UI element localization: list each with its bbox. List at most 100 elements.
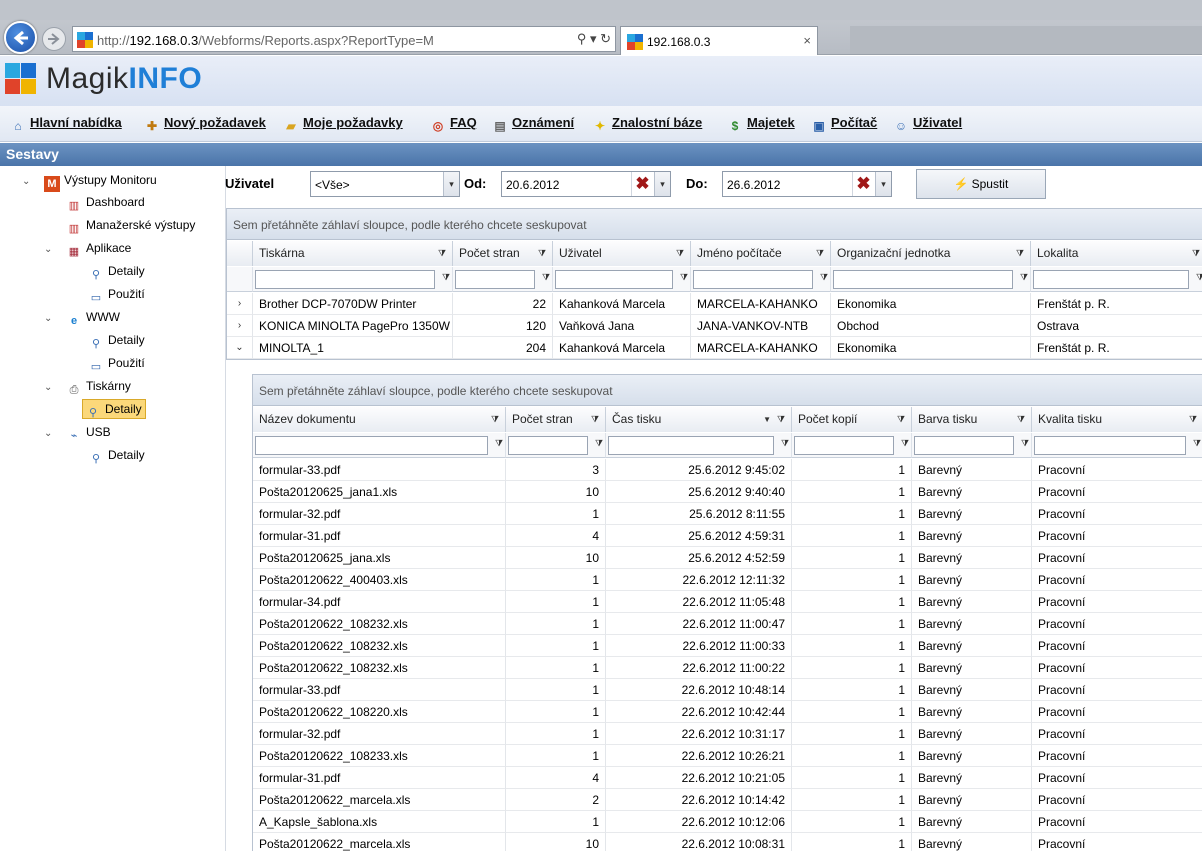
column-header[interactable]: Uživatel ⧩: [553, 241, 691, 266]
column-filter-input[interactable]: [1034, 436, 1186, 455]
clear-icon[interactable]: ✖: [852, 172, 874, 196]
filter-funnel-icon[interactable]: ⧩: [538, 241, 546, 266]
column-filter-input[interactable]: [508, 436, 588, 455]
chevron-down-icon[interactable]: ▾: [875, 172, 891, 196]
tree-node-www-details[interactable]: ⚲ Detaily: [88, 330, 145, 350]
column-header[interactable]: Počet kopií ⧩: [792, 407, 912, 432]
date-to-input[interactable]: 26.6.2012 ✖ ▾: [722, 171, 892, 197]
column-filter-input[interactable]: [833, 270, 1013, 289]
column-filter-input[interactable]: [555, 270, 673, 289]
filter-funnel-icon[interactable]: ⧩: [1189, 407, 1197, 432]
tree-node-monitor-outputs[interactable]: ⌄ M Výstupy Monitoru: [22, 170, 157, 192]
column-filter-input[interactable]: [693, 270, 813, 289]
address-bar[interactable]: http://192.168.0.3/Webforms/Reports.aspx…: [72, 26, 616, 52]
filter-funnel-icon[interactable]: ⧩: [438, 241, 446, 266]
row-expand-icon[interactable]: ›: [227, 315, 253, 337]
tree-node-printer-details[interactable]: ⚲ Detaily: [82, 399, 146, 419]
filter-funnel-icon[interactable]: ⧩: [1020, 272, 1028, 283]
tree-node-app-details[interactable]: ⚲ Detaily: [88, 261, 145, 281]
column-header[interactable]: Organizační jednotka ⧩: [831, 241, 1031, 266]
filter-funnel-icon[interactable]: ⧩: [777, 407, 785, 432]
column-filter-input[interactable]: [1033, 270, 1189, 289]
menu-knowledge-base[interactable]: ✦ Znalostní báze: [592, 115, 702, 133]
table-cell: 22.6.2012 11:00:47: [606, 613, 792, 635]
column-header[interactable]: Čas tisku ▼ ⧩: [606, 407, 792, 432]
column-filter-input[interactable]: [255, 436, 488, 455]
tree-node-www[interactable]: ⌄ e WWW: [44, 307, 120, 327]
tree-node-www-usage[interactable]: ▭ Použití: [88, 353, 145, 373]
group-by-panel[interactable]: Sem přetáhněte záhlaví sloupce, podle kt…: [227, 209, 1202, 240]
column-header[interactable]: Tiskárna ⧩: [253, 241, 453, 266]
column-header[interactable]: Počet stran ⧩: [506, 407, 606, 432]
column-header[interactable]: Lokalita ⧩: [1031, 241, 1202, 266]
menu-faq[interactable]: ◎ FAQ: [430, 115, 477, 133]
chevron-down-icon[interactable]: ▾: [654, 172, 670, 196]
filter-funnel-icon[interactable]: ⧩: [491, 407, 499, 432]
filter-funnel-icon[interactable]: ⧩: [595, 438, 603, 449]
column-header[interactable]: Jméno počítače ⧩: [691, 241, 831, 266]
row-expand-icon[interactable]: ⌄: [227, 337, 253, 359]
chevron-down-icon[interactable]: ▾: [443, 172, 459, 196]
user-filter-combo[interactable]: <Vše> ▾: [310, 171, 460, 197]
column-header[interactable]: Počet stran ⧩: [453, 241, 553, 266]
filter-funnel-icon[interactable]: ⧩: [1017, 407, 1025, 432]
column-header[interactable]: Kvalita tisku ⧩: [1032, 407, 1202, 432]
column-header[interactable]: Název dokumentu ⧩: [253, 407, 506, 432]
filter-funnel-icon[interactable]: ⧩: [1016, 241, 1024, 266]
menu-assets[interactable]: $ Majetek: [727, 115, 795, 133]
table-cell: MINOLTA_1: [253, 337, 453, 359]
column-filter-input[interactable]: [608, 436, 774, 455]
date-from-input[interactable]: 20.6.2012 ✖ ▾: [501, 171, 671, 197]
tree-node-usb-details[interactable]: ⚲ Detaily: [88, 445, 145, 465]
back-button[interactable]: [4, 21, 37, 54]
filter-funnel-icon[interactable]: ⧩: [897, 407, 905, 432]
filter-funnel-icon[interactable]: ⧩: [542, 272, 550, 283]
tree-node-printers[interactable]: ⌄ ⎙ Tiskárny: [44, 376, 131, 396]
filter-funnel-icon[interactable]: ⧩: [1193, 438, 1201, 449]
run-button[interactable]: ⚡ Spustit: [916, 169, 1046, 199]
clear-icon[interactable]: ✖: [631, 172, 653, 196]
column-filter-input[interactable]: [914, 436, 1014, 455]
column-filter-input[interactable]: [455, 270, 535, 289]
column-filter-input[interactable]: [794, 436, 894, 455]
tree-node-dashboard[interactable]: ▥ Dashboard: [66, 192, 145, 212]
filter-funnel-icon[interactable]: ⧩: [820, 272, 828, 283]
column-filter-input[interactable]: [255, 270, 435, 289]
filter-funnel-icon[interactable]: ⧩: [816, 241, 824, 266]
forward-button[interactable]: [42, 27, 66, 51]
collapse-toggle-icon[interactable]: ⌄: [44, 378, 56, 398]
filter-funnel-icon[interactable]: ⧩: [591, 407, 599, 432]
row-expand-icon[interactable]: ›: [227, 293, 253, 315]
menu-my-requests[interactable]: ▰ Moje požadavky: [283, 115, 402, 133]
tree-node-managerial[interactable]: ▥ Manažerské výstupy: [66, 215, 196, 235]
filter-funnel-icon[interactable]: ⧩: [1021, 438, 1029, 449]
menu-main-menu[interactable]: ⌂ Hlavní nabídka: [10, 115, 121, 133]
filter-funnel-icon[interactable]: ⧩: [676, 241, 684, 266]
menu-computer[interactable]: ▣ Počítač: [811, 115, 877, 133]
filter-funnel-icon[interactable]: ⧩: [495, 438, 503, 449]
menu-user[interactable]: ☺ Uživatel: [893, 115, 962, 133]
collapse-toggle-icon[interactable]: ⌄: [44, 240, 56, 260]
tree-node-app-usage[interactable]: ▭ Použití: [88, 284, 145, 304]
menu-announcements[interactable]: ▤ Oznámení: [492, 115, 574, 133]
collapse-toggle-icon[interactable]: ⌄: [22, 172, 34, 192]
collapse-toggle-icon[interactable]: ⌄: [44, 424, 56, 444]
filter-funnel-icon[interactable]: ⧩: [781, 438, 789, 449]
tab-close-icon[interactable]: ×: [803, 33, 811, 48]
group-by-panel[interactable]: Sem přetáhněte záhlaví sloupce, podle kt…: [253, 375, 1202, 406]
filter-funnel-icon[interactable]: ⧩: [1192, 241, 1200, 266]
sort-desc-icon[interactable]: ▼: [763, 407, 771, 432]
tree-node-usb[interactable]: ⌄ ⌁ USB: [44, 422, 111, 442]
filter-funnel-icon[interactable]: ⧩: [901, 438, 909, 449]
filter-funnel-icon[interactable]: ⧩: [442, 272, 450, 283]
menu-new-request[interactable]: ✚ Nový požadavek: [144, 115, 266, 133]
filter-funnel-icon[interactable]: ⧩: [680, 272, 688, 283]
browser-tab[interactable]: 192.168.0.3 ×: [620, 26, 818, 55]
tree-node-applications[interactable]: ⌄ ▦ Aplikace: [44, 238, 131, 258]
filter-funnel-icon[interactable]: ⧩: [1196, 272, 1202, 283]
address-controls[interactable]: ⚲ ▾ ↻: [577, 31, 611, 47]
app-logo-text[interactable]: MagikINFO: [46, 62, 202, 96]
column-header[interactable]: Barva tisku ⧩: [912, 407, 1032, 432]
collapse-toggle-icon[interactable]: ⌄: [44, 309, 56, 329]
table-cell: 1: [792, 701, 912, 723]
